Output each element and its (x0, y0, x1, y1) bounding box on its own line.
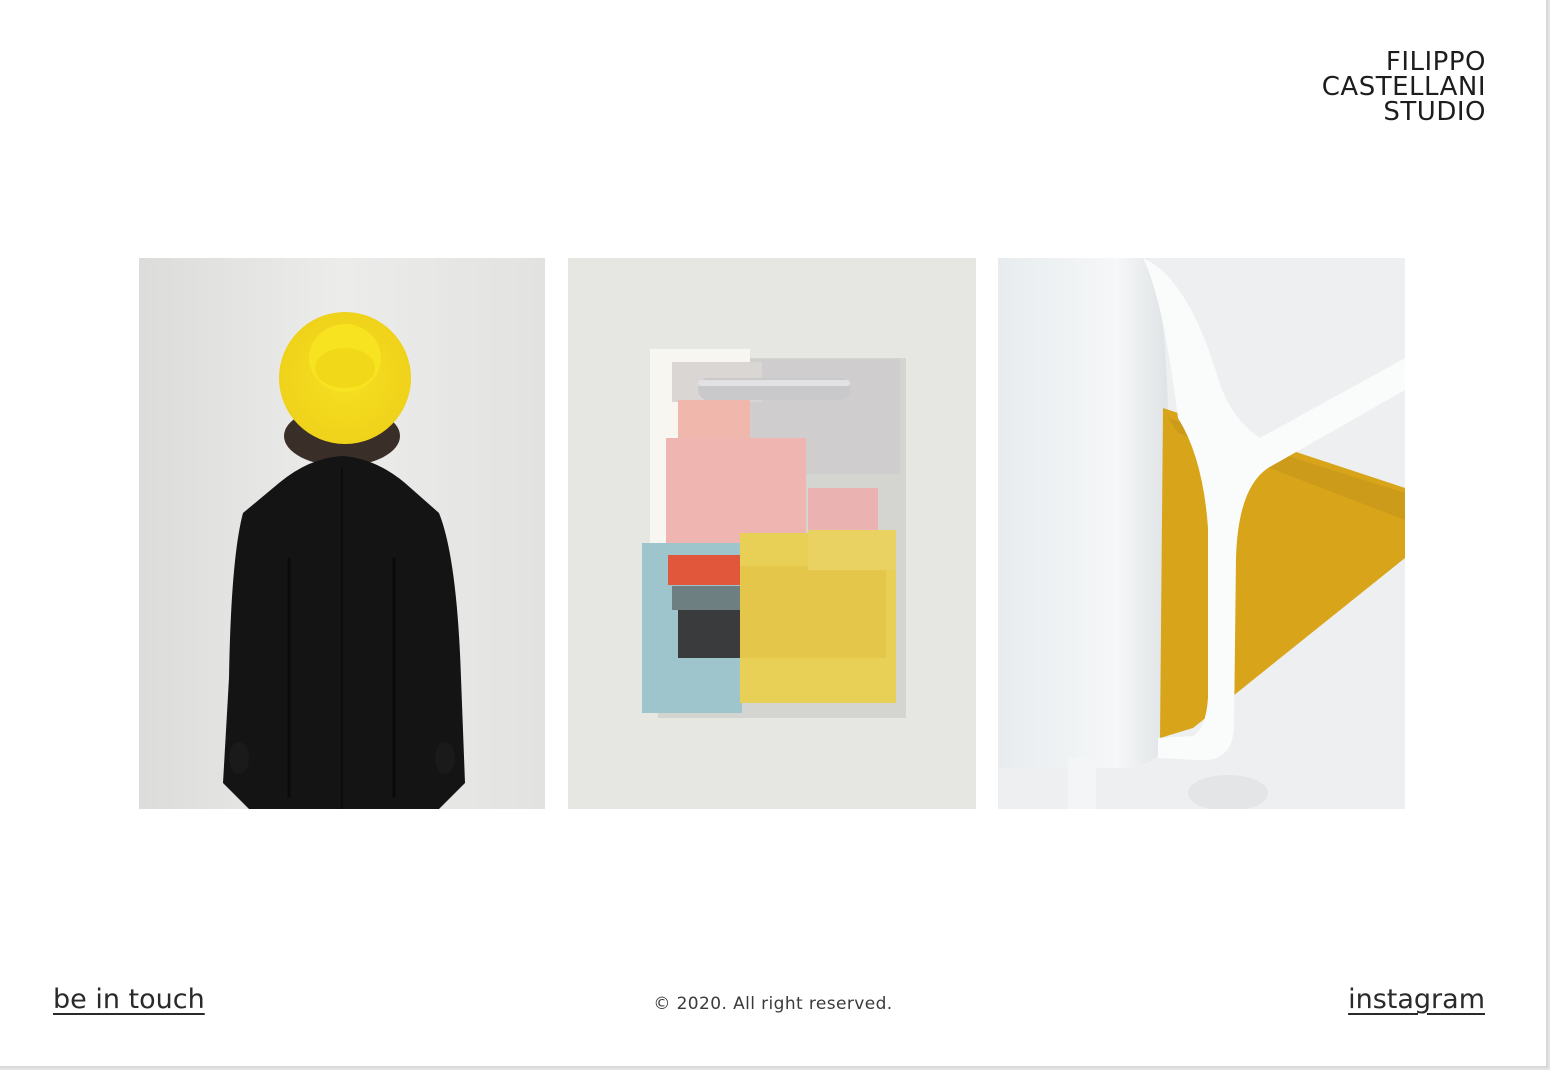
instagram-link[interactable]: instagram (1348, 984, 1485, 1015)
white-chair-yellow-seat-photo[interactable] (998, 258, 1405, 809)
copyright-text: © 2020. All right reserved. (653, 994, 893, 1014)
logo-line-3: STUDIO (1383, 97, 1486, 127)
studio-logo[interactable]: FILIPPO CASTELLANI STUDIO (1322, 49, 1486, 127)
page-frame: FILIPPO CASTELLANI STUDIO be in touch © … (0, 0, 1548, 1068)
fabric-swatches-photo[interactable] (568, 258, 976, 809)
person-yellow-hat-photo[interactable] (139, 258, 545, 809)
